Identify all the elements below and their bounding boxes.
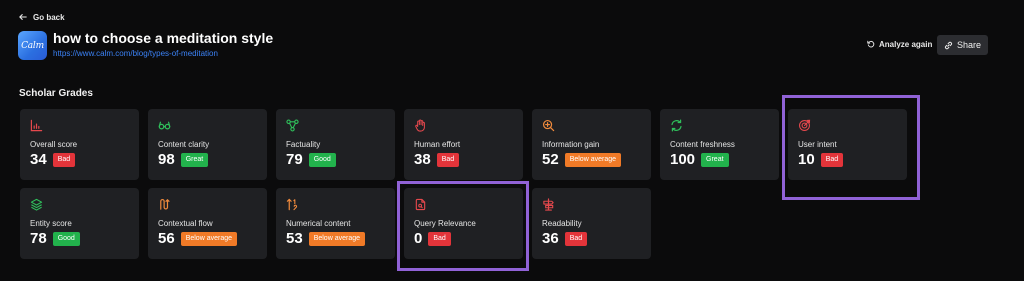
sort-numeric-icon <box>286 198 298 211</box>
signpost-icon <box>543 198 554 211</box>
status-badge: Below average <box>564 153 621 167</box>
grade-value: 52 <box>542 151 559 168</box>
refresh-icon <box>867 40 875 48</box>
link-icon <box>944 41 952 49</box>
go-back-label: Go back <box>33 12 65 22</box>
status-badge: Bad <box>564 232 588 246</box>
grade-card-information-gain: Information gain 52 Below average <box>532 109 651 180</box>
grade-label: Numerical content <box>286 219 351 228</box>
site-logo: Calm <box>18 31 47 60</box>
grade-label: Readability <box>542 219 582 228</box>
bar-chart-icon <box>30 119 43 132</box>
grade-label: Content freshness <box>670 140 735 149</box>
glasses-icon <box>158 121 171 130</box>
flow-arrows-icon <box>160 199 170 210</box>
grade-card-content-freshness: Content freshness 100 Great <box>660 109 779 180</box>
status-badge: Below average <box>308 232 365 246</box>
grade-label: Content clarity <box>158 140 210 149</box>
status-badge: Good <box>52 232 80 246</box>
refresh-icon <box>671 119 682 132</box>
status-badge: Great <box>701 153 729 167</box>
grade-card-human-effort: Human effort 38 Bad <box>404 109 523 180</box>
query-relevance-highlight-box <box>397 181 529 271</box>
grade-label: Human effort <box>414 140 461 149</box>
logo-text: Calm <box>21 40 44 51</box>
grade-value: 56 <box>158 230 175 247</box>
zoom-in-icon <box>542 119 555 132</box>
grade-label: Factuality <box>286 140 321 149</box>
grade-label: Entity score <box>30 219 72 228</box>
grade-value: 79 <box>286 151 303 168</box>
grade-card-entity-score: Entity score 78 Good <box>20 188 139 259</box>
status-badge: Bad <box>52 153 76 167</box>
grade-value: 100 <box>670 151 696 168</box>
grade-value: 98 <box>158 151 175 168</box>
grade-label: Overall score <box>30 140 78 149</box>
go-back-link[interactable]: Go back <box>19 10 65 24</box>
status-badge: Good <box>308 153 336 167</box>
grade-card-contextual-flow: Contextual flow 56 Below average <box>148 188 267 259</box>
section-title: Scholar Grades <box>19 88 93 99</box>
analyze-again-label: Analyze again <box>879 39 933 49</box>
status-badge: Below average <box>180 232 237 246</box>
page-url-link[interactable]: https://www.calm.com/blog/types-of-medit… <box>53 49 218 58</box>
grade-card-numerical-content: Numerical content 53 Below average <box>276 188 395 259</box>
grade-label: Information gain <box>542 140 600 149</box>
grade-value: 36 <box>542 230 559 247</box>
grade-card-overall-score: Overall score 34 Bad <box>20 109 139 180</box>
grade-value: 53 <box>286 230 303 247</box>
arrow-left-icon <box>19 14 27 20</box>
share-label: Share <box>956 40 982 50</box>
grade-value: 38 <box>414 151 431 168</box>
grade-label: Contextual flow <box>158 219 213 228</box>
grade-value: 34 <box>30 151 47 168</box>
hand-icon <box>415 119 425 132</box>
grade-card-readability: Readability 36 Bad <box>532 188 651 259</box>
layers-icon <box>30 198 43 211</box>
share-button[interactable]: Share <box>937 35 988 55</box>
status-badge: Great <box>180 153 209 167</box>
grade-card-factuality: Factuality 79 Good <box>276 109 395 180</box>
user-intent-highlight-box <box>782 95 920 200</box>
grade-value: 78 <box>30 230 47 247</box>
grade-card-content-clarity: Content clarity 98 Great <box>148 109 267 180</box>
nodes-icon <box>286 119 299 132</box>
page-title: how to choose a meditation style <box>53 30 274 46</box>
analyze-again-button[interactable]: Analyze again <box>867 37 932 51</box>
status-badge: Bad <box>436 153 460 167</box>
